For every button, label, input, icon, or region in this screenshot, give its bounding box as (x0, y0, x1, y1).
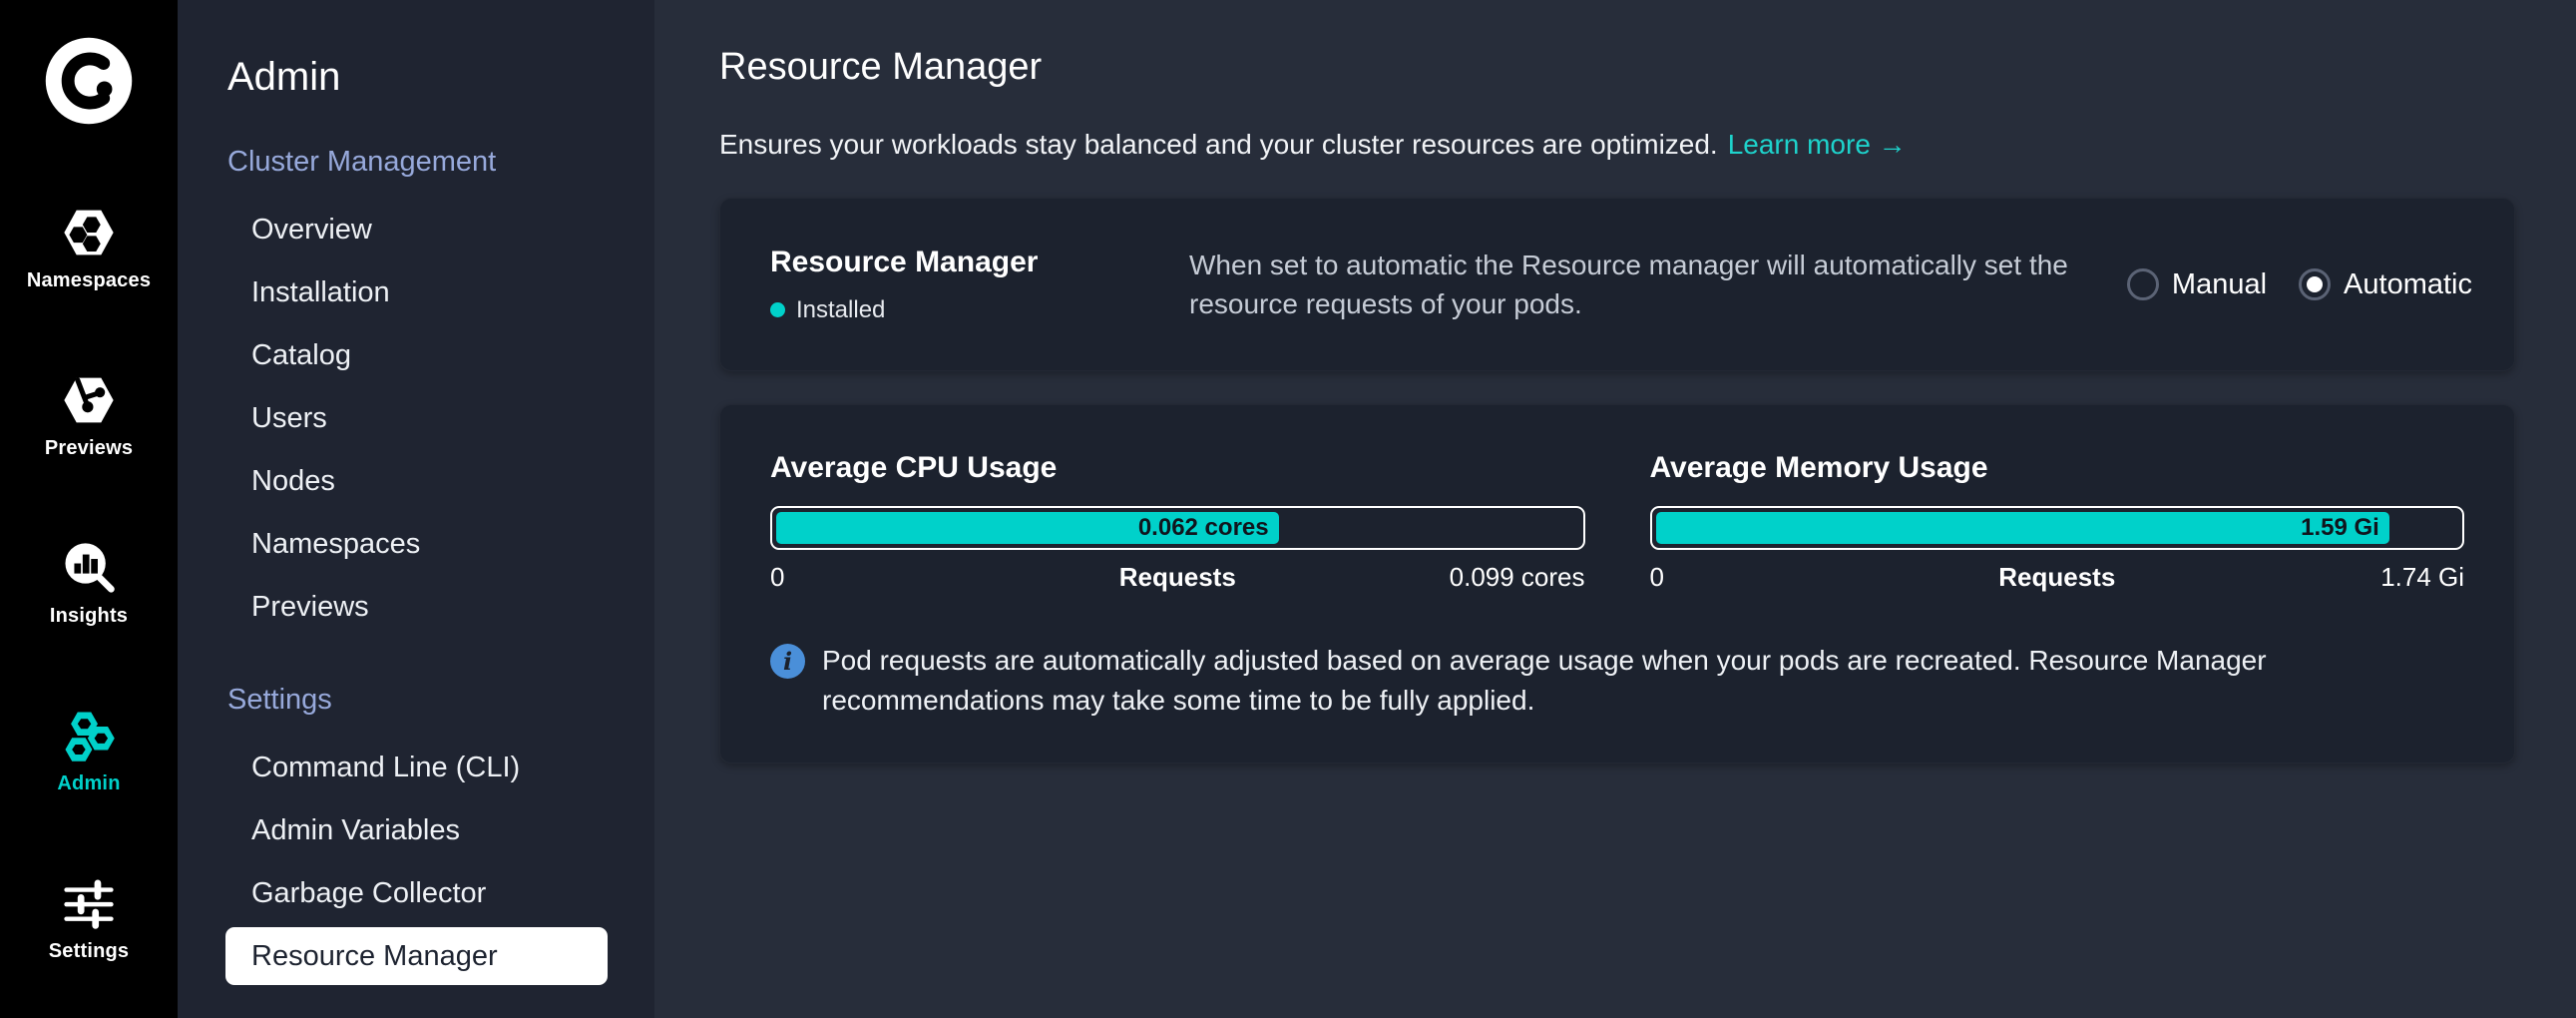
memory-usage-title: Average Memory Usage (1650, 451, 2465, 485)
installed-status: Installed (770, 296, 1189, 324)
okteto-logo-icon[interactable] (43, 35, 135, 127)
main-content: Resource Manager Ensures your workloads … (654, 0, 2576, 1018)
admin-sidebar: Admin Cluster Management Overview Instal… (178, 0, 654, 1018)
sidebar-item-resource-manager[interactable]: Resource Manager (225, 927, 608, 985)
info-icon: i (770, 644, 805, 679)
sidebar-item-previews[interactable]: Previews (225, 578, 608, 636)
sidebar-item-admin-variables[interactable]: Admin Variables (225, 801, 608, 859)
cluster-management-list: Overview Installation Catalog Users Node… (178, 201, 654, 636)
sidebar-section-cluster-management: Cluster Management (227, 146, 654, 179)
sidebar-item-command-line[interactable]: Command Line (CLI) (225, 739, 608, 796)
rail-item-previews[interactable]: Previews (0, 372, 178, 460)
icon-rail: Namespaces Previews Insigh (0, 0, 178, 1018)
resource-manager-card: Resource Manager Installed When set to a… (719, 198, 2515, 371)
usage-card: Average CPU Usage 0.062 cores 0 Requests… (719, 404, 2515, 764)
automatic-radio-icon (2299, 268, 2331, 300)
rail-item-insights[interactable]: Insights (0, 540, 178, 628)
memory-requests-label: Requests (1922, 562, 2193, 593)
rail-label-insights: Insights (50, 605, 128, 628)
memory-usage-bar: 1.59 Gi (1650, 506, 2465, 550)
rail-item-namespaces[interactable]: Namespaces (0, 205, 178, 292)
sidebar-item-nodes[interactable]: Nodes (225, 452, 608, 510)
manual-radio-icon (2127, 268, 2159, 300)
memory-max-label: 1.74 Gi (2193, 562, 2464, 593)
cpu-usage-title: Average CPU Usage (770, 451, 1585, 485)
cpu-usage-bar-fill: 0.062 cores (776, 512, 1279, 544)
settings-list: Command Line (CLI) Admin Variables Garba… (178, 739, 654, 985)
cpu-requests-label: Requests (1042, 562, 1313, 593)
installed-status-label: Installed (796, 296, 885, 324)
page-subtitle: Ensures your workloads stay balanced and… (719, 129, 2515, 161)
rail-item-settings[interactable]: Settings (0, 875, 178, 963)
sidebar-item-catalog[interactable]: Catalog (225, 326, 608, 384)
manager-card-description: When set to automatic the Resource manag… (1189, 246, 2087, 323)
manual-radio-label: Manual (2172, 268, 2267, 301)
memory-usage-axis-labels: 0 Requests 1.74 Gi (1650, 562, 2465, 593)
sidebar-item-users[interactable]: Users (225, 389, 608, 447)
page-title: Resource Manager (719, 46, 2515, 89)
usage-gauges: Average CPU Usage 0.062 cores 0 Requests… (770, 451, 2464, 593)
installed-status-dot-icon (770, 302, 785, 317)
cpu-usage-axis-labels: 0 Requests 0.099 cores (770, 562, 1585, 593)
manual-radio[interactable]: Manual (2127, 268, 2267, 301)
sidebar-section-settings: Settings (227, 684, 654, 717)
settings-sliders-icon (61, 875, 117, 931)
sidebar-item-overview[interactable]: Overview (225, 201, 608, 258)
rail-label-previews: Previews (45, 437, 133, 460)
rail-label-namespaces: Namespaces (27, 269, 151, 292)
sidebar-title: Admin (227, 55, 654, 100)
previews-git-branch-icon (61, 372, 117, 428)
memory-usage-bar-fill: 1.59 Gi (1656, 512, 2389, 544)
sidebar-item-installation[interactable]: Installation (225, 263, 608, 321)
automatic-radio-label: Automatic (2344, 268, 2472, 301)
cpu-usage-gauge: Average CPU Usage 0.062 cores 0 Requests… (770, 451, 1585, 593)
rail-item-admin[interactable]: Admin (0, 708, 178, 795)
manager-card-left: Resource Manager Installed (770, 246, 1189, 324)
memory-usage-gauge: Average Memory Usage 1.59 Gi 0 Requests … (1650, 451, 2465, 593)
sidebar-item-garbage-collector[interactable]: Garbage Collector (225, 864, 608, 922)
cpu-usage-bar: 0.062 cores (770, 506, 1585, 550)
rail-nav: Namespaces Previews Insigh (0, 205, 178, 963)
rail-label-settings: Settings (49, 940, 130, 963)
mode-radio-group: Manual Automatic (2087, 268, 2472, 301)
sidebar-item-namespaces[interactable]: Namespaces (225, 515, 608, 573)
admin-hexagons-icon (61, 708, 117, 764)
automatic-radio[interactable]: Automatic (2299, 268, 2472, 301)
usage-note: i Pod requests are automatically adjuste… (770, 641, 2464, 721)
cpu-max-label: 0.099 cores (1313, 562, 1584, 593)
memory-min-label: 0 (1650, 562, 1922, 593)
usage-note-text: Pod requests are automatically adjusted … (822, 641, 2464, 721)
subtitle-text: Ensures your workloads stay balanced and… (719, 129, 1718, 160)
manager-card-title: Resource Manager (770, 246, 1189, 279)
learn-more-link[interactable]: Learn more → (1728, 129, 1907, 160)
insights-magnifier-chart-icon (61, 540, 117, 596)
cpu-min-label: 0 (770, 562, 1042, 593)
namespaces-hexagon-icon (61, 205, 117, 260)
rail-label-admin: Admin (57, 772, 120, 795)
